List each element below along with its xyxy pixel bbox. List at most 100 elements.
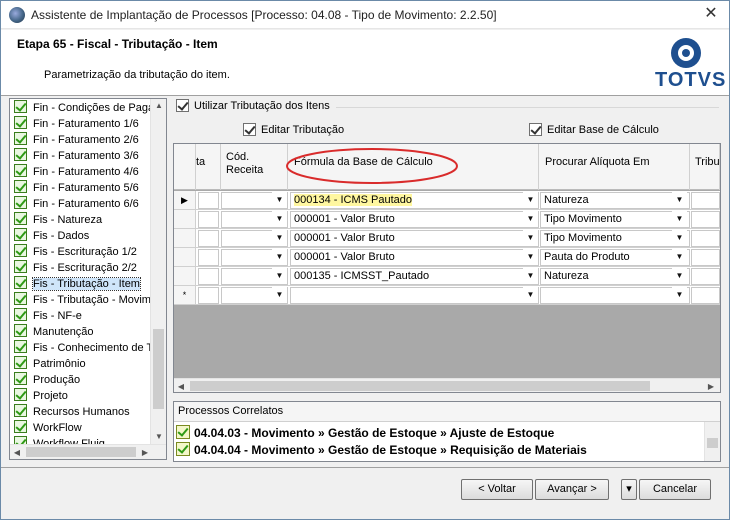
ta-cell[interactable] (198, 230, 219, 247)
utilizar-tributacao-checkbox[interactable]: Utilizar Tributação dos Itens (176, 99, 330, 113)
tree-item[interactable]: Patrimônio (14, 356, 86, 372)
tree-scroll-thumb[interactable] (153, 329, 164, 409)
tree-item[interactable]: Fin - Faturamento 1/6 (14, 116, 139, 132)
ta-cell[interactable] (198, 211, 219, 228)
scroll-right-icon[interactable]: ▶ (704, 379, 718, 392)
table-row[interactable]: * ▼ ▼ ▼ (174, 286, 720, 305)
tree-item[interactable]: Projeto (14, 388, 68, 404)
table-row[interactable]: ▼ 000001 - Valor Bruto ▼ Tipo Movimento ▼ (174, 210, 720, 229)
tribu-cell[interactable] (691, 287, 720, 304)
grid-hscroll-thumb[interactable] (190, 381, 650, 391)
related-vertical-scrollbar[interactable] (704, 422, 720, 461)
checkbox-checked-icon[interactable] (176, 99, 189, 112)
chevron-down-icon[interactable]: ▼ (272, 268, 287, 284)
aliquota-combo[interactable]: Natureza (540, 268, 690, 285)
tree-item[interactable]: Manutenção (14, 324, 94, 340)
aliquota-combo[interactable]: Tipo Movimento (540, 230, 690, 247)
chevron-down-icon[interactable]: ▼ (272, 192, 287, 208)
tree-item[interactable]: Fin - Faturamento 5/6 (14, 180, 139, 196)
row-marker[interactable]: ▶ (174, 191, 196, 209)
tree-hscroll-thumb[interactable] (26, 447, 136, 457)
related-scroll-thumb[interactable] (707, 438, 718, 448)
grid-horizontal-scrollbar[interactable]: ◀ ▶ (174, 378, 720, 392)
tree-item[interactable]: Recursos Humanos (14, 404, 130, 420)
col-header-cod-receita[interactable]: Cód. Receita (221, 144, 288, 190)
more-options-dropdown-icon[interactable]: ▾ (621, 479, 637, 500)
col-header-formula-base[interactable]: Fórmula da Base de Cálculo (288, 144, 539, 190)
aliquota-combo[interactable]: Natureza (540, 192, 690, 209)
chevron-down-icon[interactable]: ▼ (672, 230, 687, 246)
chevron-down-icon[interactable]: ▼ (523, 211, 538, 227)
aliquota-combo[interactable] (540, 287, 690, 304)
formula-combo[interactable]: 000001 - Valor Bruto (290, 211, 539, 228)
formula-combo[interactable]: 000135 - ICMSST_Pautado (290, 268, 539, 285)
table-row[interactable]: ▼ 000135 - ICMSST_Pautado ▼ Natureza ▼ (174, 267, 720, 286)
tree-item[interactable]: Workflow Fluig (14, 436, 105, 444)
chevron-down-icon[interactable]: ▼ (523, 287, 538, 303)
formula-combo[interactable]: 000134 - ICMS Pautado (290, 192, 539, 209)
scroll-up-icon[interactable]: ▲ (151, 99, 166, 113)
tree-item[interactable]: Fis - Natureza (14, 212, 102, 228)
tree-item[interactable]: WorkFlow (14, 420, 82, 436)
row-marker[interactable] (174, 210, 196, 228)
checkbox-checked-icon[interactable] (243, 123, 256, 136)
close-icon[interactable]: ✕ (699, 5, 723, 23)
ta-cell[interactable] (198, 249, 219, 266)
tree-item[interactable]: Fin - Faturamento 3/6 (14, 148, 139, 164)
chevron-down-icon[interactable]: ▼ (523, 268, 538, 284)
ta-cell[interactable] (198, 268, 219, 285)
chevron-down-icon[interactable]: ▼ (272, 211, 287, 227)
tribu-cell[interactable] (691, 268, 720, 285)
tree-item[interactable]: Fis - Escrituração 1/2 (14, 244, 137, 260)
editar-tributacao-checkbox[interactable]: Editar Tributação (243, 123, 344, 137)
tree-item[interactable]: Fin - Faturamento 6/6 (14, 196, 139, 212)
col-header-tribu[interactable]: Tribu (690, 144, 720, 190)
tree-item[interactable]: Fin - Condições de Paga (14, 100, 150, 116)
tree-item[interactable]: Produção (14, 372, 80, 388)
scroll-left-icon[interactable]: ◀ (174, 379, 188, 392)
col-header-ta[interactable]: ta (196, 144, 221, 190)
cancel-button[interactable]: Cancelar (639, 479, 711, 500)
chevron-down-icon[interactable]: ▼ (523, 192, 538, 208)
checkbox-checked-icon[interactable] (529, 123, 542, 136)
table-row[interactable]: ▼ 000001 - Valor Bruto ▼ Pauta do Produto ▼ (174, 248, 720, 267)
chevron-down-icon[interactable]: ▼ (523, 249, 538, 265)
chevron-down-icon[interactable]: ▼ (672, 249, 687, 265)
tree-item[interactable]: Fis - Escrituração 2/2 (14, 260, 137, 276)
chevron-down-icon[interactable]: ▼ (523, 230, 538, 246)
chevron-down-icon[interactable]: ▼ (672, 268, 687, 284)
editar-base-calculo-checkbox[interactable]: Editar Base de Cálculo (529, 123, 659, 137)
chevron-down-icon[interactable]: ▼ (672, 211, 687, 227)
chevron-down-icon[interactable]: ▼ (672, 287, 687, 303)
chevron-down-icon[interactable]: ▼ (672, 192, 687, 208)
scroll-right-icon[interactable]: ▶ (138, 445, 152, 459)
tree-item[interactable]: Fis - Conhecimento de T (14, 340, 150, 356)
chevron-down-icon[interactable]: ▼ (272, 287, 287, 303)
next-button[interactable]: Avançar > (535, 479, 609, 500)
scroll-left-icon[interactable]: ◀ (10, 445, 24, 459)
table-row[interactable]: ▶ ▼ 000134 - ICMS Pautado ▼ Natureza ▼ (174, 191, 720, 210)
col-header-procurar-aliquota[interactable]: Procurar Alíquota Em (539, 144, 690, 190)
tree-vertical-scrollbar[interactable]: ▲ ▼ (150, 99, 166, 444)
chevron-down-icon[interactable]: ▼ (272, 230, 287, 246)
tribu-cell[interactable] (691, 230, 720, 247)
tree-item[interactable]: Fis - NF-e (14, 308, 82, 324)
formula-combo[interactable]: 000001 - Valor Bruto (290, 249, 539, 266)
tree-item[interactable]: Fis - Dados (14, 228, 89, 244)
tree-horizontal-scrollbar[interactable]: ◀ ▶ (10, 444, 166, 459)
tribu-cell[interactable] (691, 192, 720, 209)
aliquota-combo[interactable]: Pauta do Produto (540, 249, 690, 266)
tree-item[interactable]: Fis - Tributação - Item (14, 276, 141, 292)
row-marker[interactable] (174, 267, 196, 285)
row-marker[interactable]: * (174, 286, 196, 304)
tree-item[interactable]: Fis - Tributação - Movim (14, 292, 150, 308)
related-process-item[interactable]: 04.04.04 - Movimento » Gestão de Estoque… (176, 442, 587, 459)
formula-combo[interactable] (290, 287, 539, 304)
tree-item[interactable]: Fin - Faturamento 4/6 (14, 164, 139, 180)
scroll-down-icon[interactable]: ▼ (151, 430, 166, 444)
table-row[interactable]: ▼ 000001 - Valor Bruto ▼ Tipo Movimento ▼ (174, 229, 720, 248)
tribu-cell[interactable] (691, 211, 720, 228)
related-process-item[interactable]: 04.04.03 - Movimento » Gestão de Estoque… (176, 425, 554, 442)
back-button[interactable]: < Voltar (461, 479, 533, 500)
row-marker[interactable] (174, 229, 196, 247)
